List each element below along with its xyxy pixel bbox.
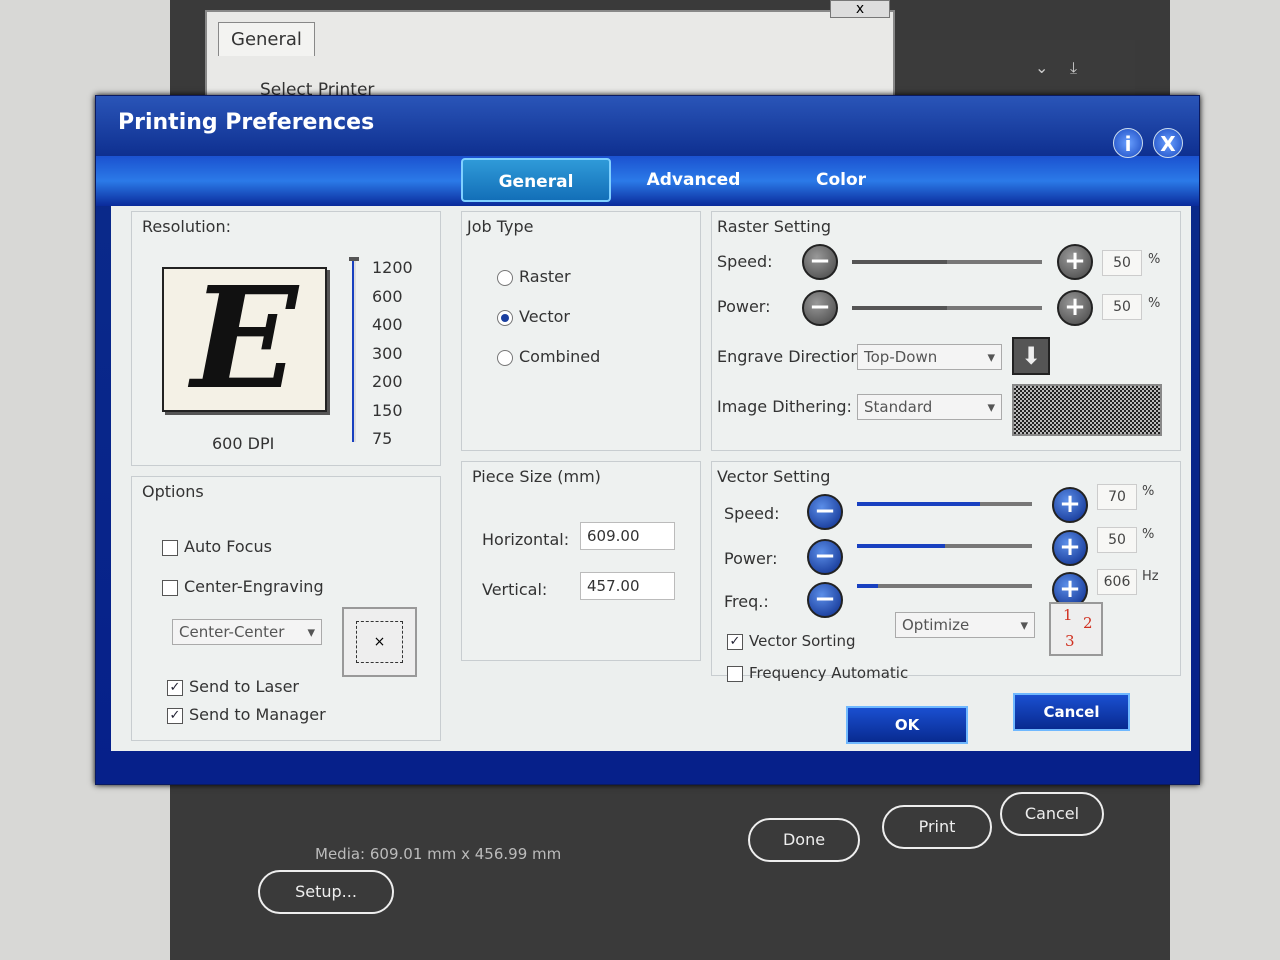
job-type-group: Job Type Raster Vector Combined	[461, 211, 701, 451]
vector-sorting-checkbox[interactable]: ✓ Vector Sorting	[727, 632, 856, 650]
close-button[interactable]: X	[1153, 128, 1183, 158]
raster-speed-unit: %	[1148, 252, 1161, 267]
raster-power-plus-button[interactable]: +	[1057, 290, 1093, 326]
horizontal-input[interactable]: 609.00	[580, 522, 675, 550]
vector-power-slider[interactable]	[857, 544, 1032, 548]
resolution-group: Resolution: E 600 DPI 1200 600 400 300 2…	[131, 211, 441, 466]
vector-setting-label: Vector Setting	[717, 467, 831, 486]
vector-speed-slider[interactable]	[857, 502, 1032, 506]
engrave-direction-select[interactable]: Top-Down	[857, 344, 1002, 370]
auto-focus-checkbox[interactable]: Auto Focus	[162, 537, 272, 556]
piece-size-label: Piece Size (mm)	[472, 467, 601, 486]
raster-power-minus-button[interactable]: −	[802, 290, 838, 326]
chevron-down-icon[interactable]: ⌄	[1035, 58, 1048, 77]
level-1200[interactable]: 1200	[372, 254, 413, 283]
vector-power-plus-button[interactable]: +	[1052, 530, 1088, 566]
vector-freq-fill	[857, 584, 878, 588]
horizontal-label: Horizontal:	[482, 530, 570, 549]
radio-vector[interactable]: Vector	[497, 307, 570, 326]
raster-speed-slider[interactable]	[852, 260, 1042, 264]
raster-setting-group: Raster Setting Speed: − + 50 % Power: − …	[711, 211, 1181, 451]
download-icon[interactable]: ⤓	[1070, 58, 1077, 78]
raster-speed-label: Speed:	[717, 252, 773, 271]
raster-speed-minus-button[interactable]: −	[802, 244, 838, 280]
raster-power-slider[interactable]	[852, 306, 1042, 310]
resolution-slider-thumb[interactable]	[349, 257, 359, 261]
cancel-button[interactable]: Cancel	[1013, 693, 1130, 731]
level-600[interactable]: 600	[372, 283, 413, 312]
vertical-input[interactable]: 457.00	[580, 572, 675, 600]
vector-speed-label: Speed:	[724, 504, 780, 523]
job-type-label: Job Type	[467, 217, 534, 236]
dialog-title: Printing Preferences	[118, 110, 375, 135]
send-to-laser-checkbox[interactable]: ✓ Send to Laser	[167, 677, 299, 696]
vector-speed-fill	[857, 502, 980, 506]
vector-power-unit: %	[1142, 527, 1155, 542]
engrave-direction-label: Engrave Direction:	[717, 347, 866, 366]
image-dithering-select[interactable]: Standard	[857, 394, 1002, 420]
tab-advanced[interactable]: Advanced	[631, 158, 756, 202]
dithering-preview	[1012, 384, 1162, 436]
tab-color-mapping[interactable]: Color Mapping	[776, 158, 906, 234]
print-button[interactable]: Print	[882, 805, 992, 849]
radio-combined[interactable]: Combined	[497, 347, 600, 366]
dpi-text: 600 DPI	[212, 434, 275, 453]
vector-freq-minus-button[interactable]: −	[807, 582, 843, 618]
background-tab-general[interactable]: General	[218, 22, 315, 56]
level-150[interactable]: 150	[372, 397, 413, 426]
resolution-preview: E	[162, 267, 327, 412]
raster-speed-value[interactable]: 50	[1102, 250, 1142, 276]
center-position-icon[interactable]: ×	[342, 607, 417, 677]
ok-button[interactable]: OK	[846, 706, 968, 744]
piece-size-group: Piece Size (mm) Horizontal: 609.00 Verti…	[461, 461, 701, 661]
general-tab-body: Resolution: E 600 DPI 1200 600 400 300 2…	[111, 206, 1191, 751]
raster-power-value[interactable]: 50	[1102, 294, 1142, 320]
level-400[interactable]: 400	[372, 311, 413, 340]
vector-speed-unit: %	[1142, 484, 1155, 499]
level-300[interactable]: 300	[372, 340, 413, 369]
level-75[interactable]: 75	[372, 425, 413, 454]
raster-speed-plus-button[interactable]: +	[1057, 244, 1093, 280]
vector-speed-value[interactable]: 70	[1097, 484, 1137, 510]
vertical-label: Vertical:	[482, 580, 548, 599]
arrow-down-icon[interactable]: ⬇	[1012, 337, 1050, 375]
raster-setting-label: Raster Setting	[717, 217, 831, 236]
vector-freq-label: Freq.:	[724, 592, 769, 611]
resolution-levels: 1200 600 400 300 200 150 75	[372, 254, 413, 454]
vector-power-minus-button[interactable]: −	[807, 539, 843, 575]
vector-power-value[interactable]: 50	[1097, 527, 1137, 553]
vector-power-fill	[857, 544, 945, 548]
frequency-automatic-checkbox[interactable]: Frequency Automatic	[727, 664, 908, 682]
done-button[interactable]: Done	[748, 818, 860, 862]
vector-freq-unit: Hz	[1142, 569, 1159, 584]
media-size-text: Media: 609.01 mm x 456.99 mm	[315, 845, 562, 863]
vector-speed-plus-button[interactable]: +	[1052, 487, 1088, 523]
vector-speed-minus-button[interactable]: −	[807, 494, 843, 530]
vector-order-icon[interactable]: 1 2 3	[1049, 602, 1103, 656]
radio-raster[interactable]: Raster	[497, 267, 571, 286]
sorting-mode-select[interactable]: Optimize	[895, 612, 1035, 638]
resolution-label: Resolution:	[142, 217, 231, 236]
send-to-manager-checkbox[interactable]: ✓ Send to Manager	[167, 705, 326, 724]
vector-freq-value[interactable]: 606	[1097, 569, 1137, 595]
options-group: Options Auto Focus Center-Engraving Cent…	[131, 476, 441, 741]
resolution-slider[interactable]	[352, 257, 356, 442]
raster-power-label: Power:	[717, 297, 771, 316]
printing-preferences-dialog: Printing Preferences i X General Advance…	[95, 95, 1200, 785]
info-button[interactable]: i	[1113, 128, 1143, 158]
level-200[interactable]: 200	[372, 368, 413, 397]
image-dithering-label: Image Dithering:	[717, 397, 852, 416]
center-mode-select[interactable]: Center-Center	[172, 619, 322, 645]
options-label: Options	[142, 482, 204, 501]
setup-button[interactable]: Setup...	[258, 870, 394, 914]
center-engraving-checkbox[interactable]: Center-Engraving	[162, 577, 324, 596]
vector-setting-group: Vector Setting Speed: − + 70 % Power: − …	[711, 461, 1181, 682]
tab-general[interactable]: General	[461, 158, 611, 202]
background-cancel-button[interactable]: Cancel	[1000, 792, 1104, 836]
raster-power-unit: %	[1148, 296, 1161, 311]
vector-power-label: Power:	[724, 549, 778, 568]
vector-freq-slider[interactable]	[857, 584, 1032, 588]
background-close-button[interactable]: x	[830, 0, 890, 18]
